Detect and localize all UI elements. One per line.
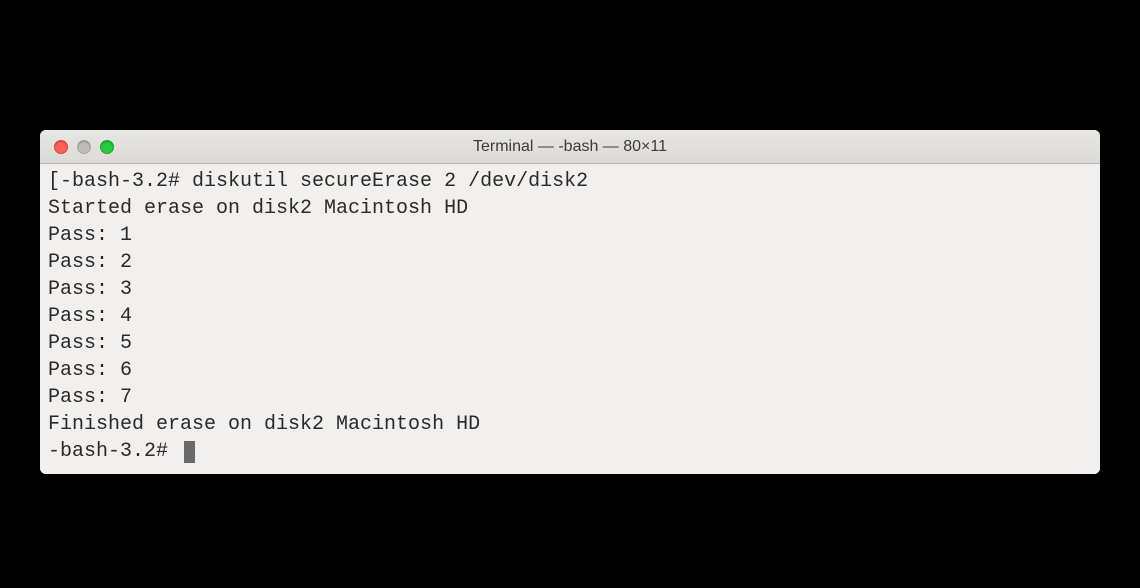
terminal-line: Pass: 4 bbox=[48, 303, 1092, 330]
close-icon[interactable] bbox=[54, 140, 68, 154]
cursor-icon bbox=[184, 441, 195, 463]
maximize-icon[interactable] bbox=[100, 140, 114, 154]
terminal-line: Finished erase on disk2 Macintosh HD bbox=[48, 411, 1092, 438]
terminal-prompt-line[interactable]: -bash-3.2# bbox=[48, 438, 1092, 465]
terminal-line: [-bash-3.2# diskutil secureErase 2 /dev/… bbox=[48, 168, 1092, 195]
terminal-line: Pass: 7 bbox=[48, 384, 1092, 411]
window-titlebar[interactable]: Terminal — -bash — 80×11 bbox=[40, 130, 1100, 164]
terminal-line: Started erase on disk2 Macintosh HD bbox=[48, 195, 1092, 222]
terminal-line: Pass: 1 bbox=[48, 222, 1092, 249]
terminal-body[interactable]: [-bash-3.2# diskutil secureErase 2 /dev/… bbox=[40, 164, 1100, 474]
minimize-icon[interactable] bbox=[77, 140, 91, 154]
terminal-line: Pass: 3 bbox=[48, 276, 1092, 303]
traffic-lights bbox=[40, 140, 114, 154]
terminal-prompt: -bash-3.2# bbox=[48, 438, 180, 465]
window-title: Terminal — -bash — 80×11 bbox=[40, 138, 1100, 156]
terminal-line: Pass: 6 bbox=[48, 357, 1092, 384]
terminal-line: Pass: 2 bbox=[48, 249, 1092, 276]
terminal-window: Terminal — -bash — 80×11 [-bash-3.2# dis… bbox=[40, 130, 1100, 474]
terminal-line: Pass: 5 bbox=[48, 330, 1092, 357]
